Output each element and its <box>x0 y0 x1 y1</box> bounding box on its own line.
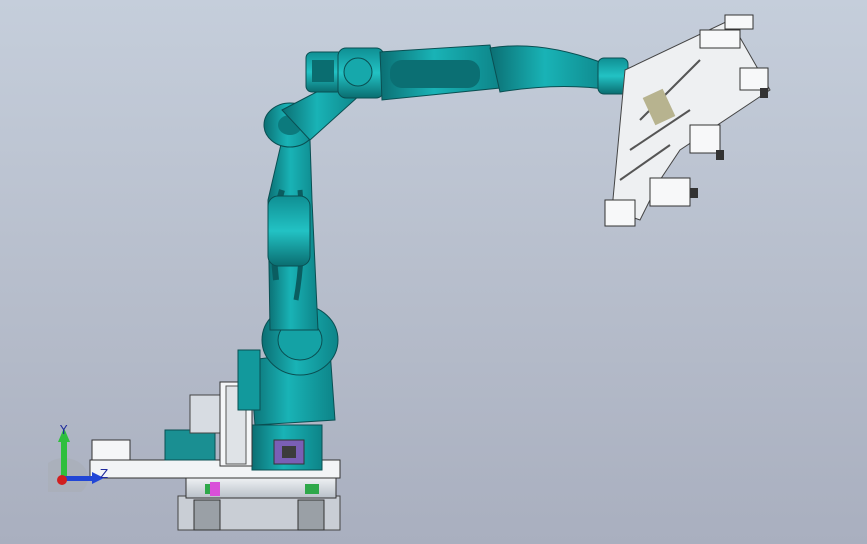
z-axis-label: Z <box>100 467 108 481</box>
cad-viewport[interactable]: Y Z <box>0 0 867 544</box>
x-axis-origin <box>57 475 67 485</box>
robot-shoulder <box>281 47 385 141</box>
axis-triad: Y Z <box>48 423 108 492</box>
gripper-frame <box>604 14 771 227</box>
robot-model-view[interactable] <box>0 0 867 544</box>
y-axis-label: Y <box>59 423 68 437</box>
robot-upper-arm <box>379 44 629 101</box>
